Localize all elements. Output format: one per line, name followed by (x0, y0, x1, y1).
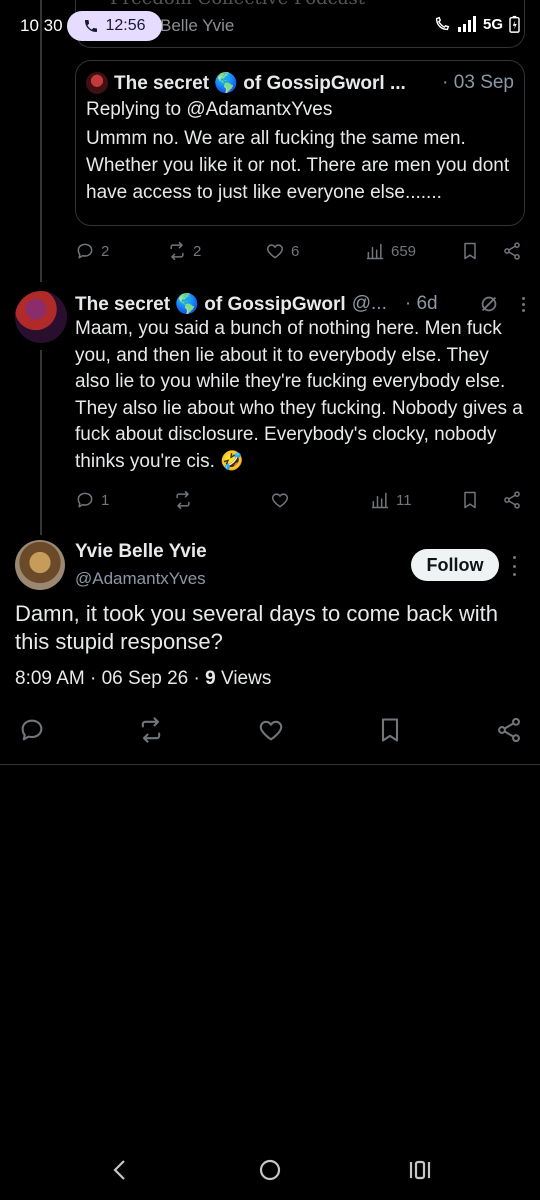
analytics-icon (366, 243, 384, 260)
call-timer: 12:56 (105, 17, 146, 34)
repost-icon[interactable] (137, 716, 165, 744)
views-label: Views (221, 668, 272, 689)
repost-button[interactable] (173, 490, 270, 510)
view-count: 11 (396, 491, 412, 509)
views-button[interactable]: 11 (370, 490, 460, 510)
views-count[interactable]: 9 (205, 668, 216, 689)
share-button[interactable] (502, 241, 522, 261)
like-button[interactable] (270, 490, 370, 510)
avatar[interactable] (15, 540, 65, 590)
repost-icon (176, 490, 190, 510)
quoted-tweet-header: The secret 🌎 of GossipGworl ... · 03 Sep (86, 71, 514, 95)
heart-icon[interactable] (257, 716, 285, 744)
reply-author-handle[interactable]: @... (352, 293, 387, 315)
main-tweet-actions (18, 715, 523, 745)
quoted-author-name[interactable]: The secret 🌎 of GossipGworl ... (114, 71, 406, 95)
quoted-tweet-card[interactable]: The secret 🌎 of GossipGworl ... · 03 Sep… (75, 60, 525, 226)
repost-count: 2 (193, 242, 202, 260)
more-options-icon[interactable] (508, 556, 520, 576)
like-button[interactable]: 6 (265, 241, 365, 261)
views-button[interactable]: 659 (365, 241, 460, 261)
status-bar: Freedom Collective Podcast Belle Yvie 10… (0, 0, 540, 52)
bookmark-button[interactable] (460, 241, 502, 261)
reply-icon[interactable] (18, 716, 46, 744)
tweet-date: 06 Sep 26 (101, 668, 189, 689)
view-count: 659 (391, 242, 417, 260)
main-author-name[interactable]: Yvie Belle Yvie (75, 541, 207, 563)
reply-tweet-text: Maam, you said a bunch of nothing here. … (75, 318, 523, 472)
follow-button[interactable]: Follow (411, 549, 499, 581)
share-icon (504, 242, 520, 260)
reply-button[interactable]: 2 (75, 241, 167, 261)
bookmark-icon (464, 242, 476, 260)
reply-count: 2 (101, 242, 110, 260)
bookmark-button[interactable] (460, 490, 502, 510)
reply-icon (77, 243, 93, 259)
heart-icon (271, 493, 289, 508)
bookmark-icon (464, 491, 476, 509)
quoted-tweet-date: · 03 Sep (442, 72, 514, 93)
tweet-meta: 8:09 AM · 06 Sep 26 · 9 Views (15, 668, 272, 689)
repost-icon (170, 241, 184, 261)
wifi-calling-icon (435, 16, 450, 31)
share-icon (504, 491, 520, 509)
like-count: 6 (291, 242, 300, 260)
network-type: 5G (482, 15, 503, 33)
reply-tweet-time: · 6d (404, 293, 438, 314)
reply-icon (77, 492, 93, 508)
share-button[interactable] (502, 490, 522, 510)
repost-button[interactable]: 2 (167, 241, 265, 261)
thread-line (40, 0, 42, 282)
replying-to-label: Replying to @AdamantxYves (86, 99, 333, 120)
main-author-handle[interactable]: @AdamantxYves (75, 569, 206, 589)
background-author-text: Belle Yvie (160, 16, 235, 35)
ongoing-call-pill[interactable]: 12:56 (67, 11, 162, 41)
back-icon[interactable] (110, 1158, 130, 1182)
reply-author-name[interactable]: The secret 🌎 of GossipGworl (75, 292, 346, 316)
phone-icon (85, 20, 98, 32)
divider (0, 764, 540, 765)
quoted-tweet-actions: 2 2 6 659 (75, 236, 525, 266)
reply-tweet-actions: 1 11 (75, 485, 525, 515)
recent-apps-icon[interactable] (408, 1158, 432, 1182)
reply-tweet-header: The secret 🌎 of GossipGworl @... · 6d (75, 292, 525, 316)
avatar[interactable] (15, 291, 67, 343)
battery-icon (509, 15, 520, 33)
analytics-icon (371, 492, 389, 509)
tweet-time: 8:09 AM (15, 668, 85, 689)
avatar[interactable] (86, 72, 108, 94)
reply-count: 1 (101, 491, 110, 509)
status-icons: 5G (433, 15, 520, 33)
system-navigation-bar (0, 1140, 540, 1200)
share-icon[interactable] (495, 716, 523, 744)
heart-icon (266, 244, 284, 259)
main-tweet-text: Damn, it took you several days to come b… (15, 601, 498, 654)
thread-line (40, 350, 42, 535)
more-options-icon[interactable] (522, 296, 525, 312)
bookmark-icon[interactable] (376, 716, 404, 744)
quoted-tweet-text: Ummm no. We are all fucking the same men… (86, 128, 510, 203)
signal-icon (457, 16, 476, 32)
grok-icon[interactable] (478, 293, 500, 315)
reply-button[interactable]: 1 (75, 490, 173, 510)
home-icon[interactable] (258, 1158, 282, 1182)
